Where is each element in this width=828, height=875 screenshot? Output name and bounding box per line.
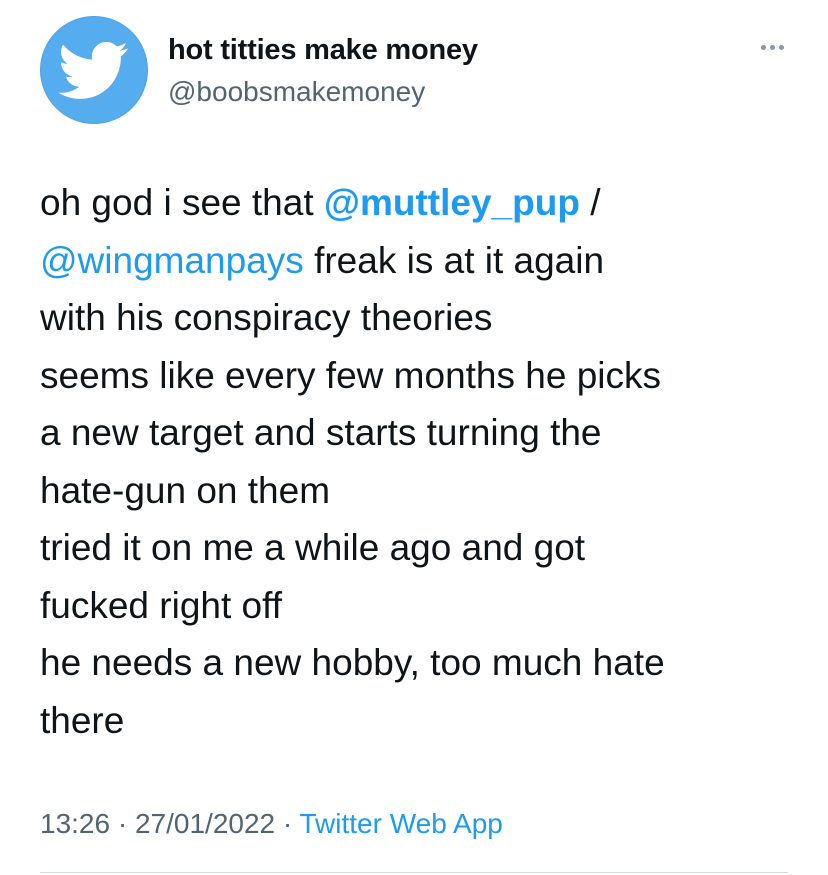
tweet-line: @wingmanpays freak is at it again bbox=[40, 232, 810, 290]
tweet-text-segment: oh god i see that bbox=[40, 182, 324, 223]
tweet-text-segment: freak is at it again bbox=[303, 239, 605, 281]
twitter-bird-icon bbox=[59, 42, 128, 99]
author-handle[interactable]: @boobsmakemoney bbox=[168, 76, 425, 108]
tweet-line: hate-gun on them bbox=[40, 469, 331, 511]
tweet-line: oh god i see that @muttley_pup / bbox=[40, 174, 810, 232]
tweet-text: oh god i see that @muttley_pup / @wingma… bbox=[40, 174, 810, 749]
avatar[interactable] bbox=[40, 16, 148, 124]
more-options-button[interactable] bbox=[752, 35, 792, 59]
tweet-time[interactable]: 13:26 bbox=[40, 808, 110, 839]
ellipsis-icon bbox=[760, 44, 766, 50]
tweet-line: there bbox=[40, 699, 125, 741]
tweet-line: a new target and starts turning the bbox=[40, 412, 602, 453]
tweet-date[interactable]: 27/01/2022 bbox=[135, 808, 275, 839]
mention-link[interactable]: @muttley_pup bbox=[324, 182, 580, 223]
ellipsis-icon bbox=[778, 44, 784, 50]
tweet-line: he needs a new hobby, too much hate bbox=[40, 642, 665, 683]
mention-link[interactable]: @wingmanpays bbox=[40, 240, 304, 281]
tweet-meta: 13:26 · 27/01/2022 · Twitter Web App bbox=[40, 808, 503, 840]
tweet-line: fucked right off bbox=[40, 584, 283, 626]
tweet-text-segment: / bbox=[579, 182, 601, 223]
meta-separator: · bbox=[275, 808, 300, 839]
tweet-line: with his conspiracy theories bbox=[40, 297, 493, 338]
tweet: hot titties make money @boobsmakemoney o… bbox=[0, 0, 828, 875]
author-display-name[interactable]: hot titties make money bbox=[168, 34, 478, 67]
meta-separator: · bbox=[110, 808, 135, 839]
ellipsis-icon bbox=[769, 44, 775, 50]
tweet-line: tried it on me a while ago and got bbox=[40, 527, 586, 568]
tweet-source-link[interactable]: Twitter Web App bbox=[300, 808, 503, 839]
tweet-line: seems like every few months he picks bbox=[40, 354, 662, 396]
divider bbox=[40, 872, 788, 873]
